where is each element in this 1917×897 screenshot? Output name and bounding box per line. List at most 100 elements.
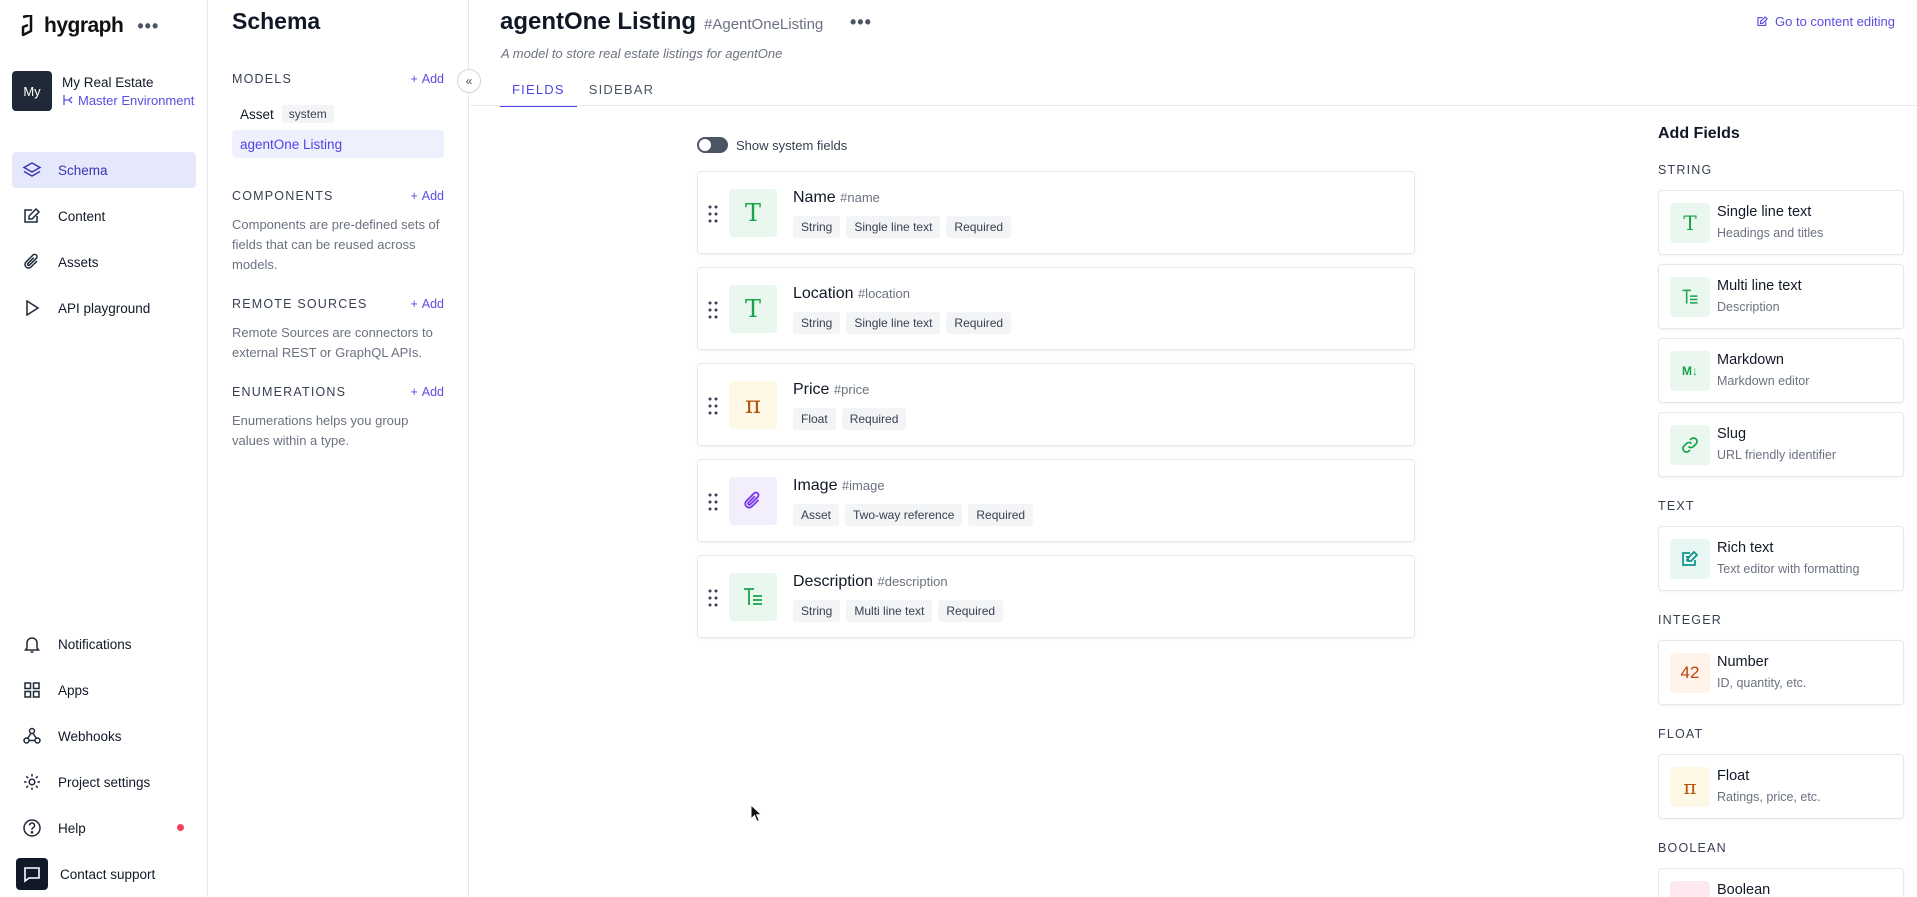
model-more-button[interactable]: ••• [850,12,872,33]
project-switcher[interactable]: My My Real Estate Master Environment [12,71,194,111]
edit-icon [24,207,41,223]
nav-item-webhooks[interactable]: Webhooks [12,718,196,754]
field-name: Description #description [793,573,948,590]
field-type-desc: Text editor with formatting [1717,562,1860,576]
tab-sidebar[interactable]: SIDEBAR [577,78,666,107]
brand-more-button[interactable]: ••• [137,16,159,37]
nav-label: Assets [58,254,99,270]
field-badge: Required [946,312,1012,334]
edit-icon [1757,16,1768,26]
remote-sources-heading: REMOTE SOURCES [232,297,368,311]
field-card-name[interactable]: T Name #name String Single line text Req… [697,171,1415,254]
drag-handle-icon[interactable] [708,589,718,607]
remote-sources-section: REMOTE SOURCES + Add Remote Sources are c… [232,297,444,363]
field-name: Price #price [793,381,870,398]
field-badge: Required [946,216,1012,238]
add-field-markdown[interactable]: M↓ Markdown Markdown editor [1658,338,1904,403]
drag-handle-icon[interactable] [708,397,718,415]
field-api-id: #description [877,574,948,589]
add-field-number[interactable]: 42 Number ID, quantity, etc. [1658,640,1904,705]
paperclip-icon [24,253,38,269]
nav-item-contact-support[interactable]: Contact support [12,856,196,892]
field-badges: String Multi line text Required [793,600,1004,622]
field-card-location[interactable]: T Location #location String Single line … [697,267,1415,350]
field-badge: String [793,216,841,238]
models-section: MODELS + Add Asset system agentOne Listin… [232,72,444,158]
add-component-button[interactable]: + Add [410,189,444,203]
field-type-name: Number [1717,654,1769,670]
tabs-divider [470,105,1917,106]
field-api-id: #location [857,286,910,301]
add-field-float[interactable]: π Float Ratings, price, etc. [1658,754,1904,819]
field-badges: Float Required [793,408,907,430]
remote-sources-description: Remote Sources are connectors to externa… [232,325,433,360]
bell-icon [24,637,40,653]
environment-name: Master Environment [78,92,195,108]
project-name: My Real Estate [62,74,154,90]
collapse-panel-button[interactable]: « [457,69,481,93]
toggle-switch[interactable] [697,137,728,153]
field-card-image[interactable]: Image #image Asset Two-way reference Req… [697,459,1415,542]
multiline-icon [729,573,777,621]
branch-icon [63,95,73,105]
add-field-multi-line-text[interactable]: Multi line text Description [1658,264,1904,329]
add-field-slug[interactable]: Slug URL friendly identifier [1658,412,1904,477]
model-description: A model to store real estate listings fo… [501,46,783,61]
drag-handle-icon[interactable] [708,205,718,223]
paperclip-icon [729,477,777,525]
tab-fields[interactable]: FIELDS [500,78,577,107]
nav-item-notifications[interactable]: Notifications [12,626,196,662]
add-remote-source-button[interactable]: + Add [410,297,444,311]
field-badge: Float [793,408,836,430]
field-card-price[interactable]: π Price #price Float Required [697,363,1415,446]
nav-item-assets[interactable]: Assets [12,244,196,280]
category-text: TEXT [1658,499,1695,513]
drag-handle-icon[interactable] [708,493,718,511]
nav-item-api-playground[interactable]: API playground [12,290,196,326]
markdown-icon: M↓ [1670,351,1710,391]
show-system-fields-toggle[interactable]: Show system fields [697,137,847,153]
environment-link[interactable]: Master Environment [62,93,194,108]
model-item-agentone-listing[interactable]: agentOne Listing [232,130,444,158]
field-badge: Required [968,504,1034,526]
add-field-rich-text[interactable]: Rich text Text editor with formatting [1658,526,1904,591]
field-type-desc: Description [1717,300,1780,314]
nav-label: Apps [58,682,89,698]
nav-label: Contact support [60,866,156,882]
go-to-content-editing-link[interactable]: Go to content editing [1756,14,1895,29]
field-badge: Single line text [846,216,941,238]
add-field-boolean[interactable]: Boolean [1658,868,1904,897]
brand-name: hygraph [44,14,124,37]
text-icon: T [729,285,777,333]
field-type-desc: ID, quantity, etc. [1717,676,1807,690]
plus-icon: + [410,385,418,399]
nav-item-help[interactable]: Help [12,810,196,846]
drag-handle-icon[interactable] [708,301,718,319]
hygraph-logo-icon [21,15,33,37]
field-type-desc: Ratings, price, etc. [1717,790,1821,804]
models-heading: MODELS [232,72,292,86]
nav-item-content[interactable]: Content [12,198,196,234]
add-enumeration-button[interactable]: + Add [410,385,444,399]
field-name: Name #name [793,189,880,206]
field-api-id: #image [841,478,885,493]
field-badges: Asset Two-way reference Required [793,504,1034,526]
add-model-button[interactable]: + Add [410,72,444,86]
nav-item-apps[interactable]: Apps [12,672,196,708]
apps-icon [24,682,40,698]
nav-item-project-settings[interactable]: Project settings [12,764,196,800]
brand-logo[interactable]: hygraph ••• [20,14,159,38]
play-icon [26,299,40,317]
field-card-description[interactable]: Description #description String Multi li… [697,555,1415,638]
double-chevron-left-icon: « [465,74,473,88]
model-item-asset[interactable]: Asset system [232,100,444,128]
enumerations-description: Enumerations helps you group values with… [232,413,409,448]
field-type-name: Markdown [1717,352,1784,368]
field-badge: String [793,600,841,622]
add-field-single-line-text[interactable]: T Single line text Headings and titles [1658,190,1904,255]
field-badge: Asset [793,504,840,526]
nav-item-schema[interactable]: Schema [12,152,196,188]
system-badge: system [281,105,334,123]
field-badge: Required [938,600,1004,622]
field-type-name: Rich text [1717,540,1774,556]
